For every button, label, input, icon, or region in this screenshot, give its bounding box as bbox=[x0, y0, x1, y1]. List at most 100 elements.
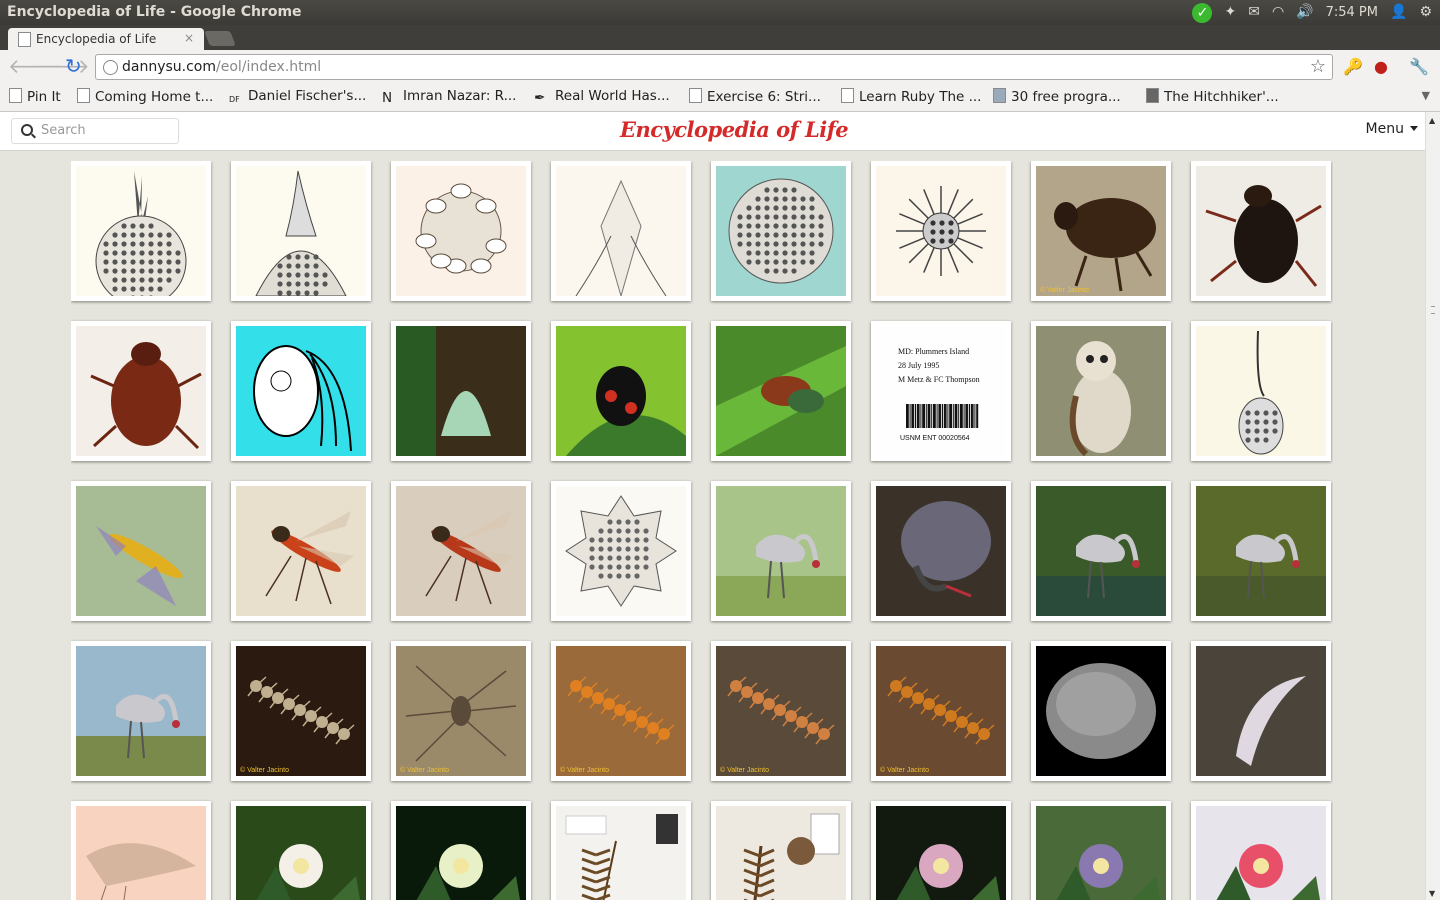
thumbnail-radiolarian-cone[interactable] bbox=[236, 166, 366, 296]
gallery-tile[interactable] bbox=[551, 801, 691, 900]
gallery-tile[interactable] bbox=[871, 481, 1011, 621]
bookmark-real-world-haskell[interactable]: ✒ Real World Has... bbox=[534, 88, 670, 106]
gallery-tile[interactable]: MD: Plummers Island 28 July 1995 M Metz & … bbox=[871, 321, 1011, 461]
bookmark-daniel-fischer[interactable]: DF Daniel Fischer's... bbox=[229, 88, 366, 108]
thumbnail-radiolarian-spiked-sphere[interactable] bbox=[76, 166, 206, 296]
wrench-menu-icon[interactable]: 🔧 bbox=[1409, 57, 1429, 76]
thumbnail-orchid-spotted[interactable] bbox=[236, 806, 366, 900]
update-check-icon[interactable]: ✓ bbox=[1192, 2, 1213, 23]
gallery-tile[interactable]: © Valter Jacinto bbox=[871, 641, 1011, 781]
search-input[interactable]: Search bbox=[11, 118, 179, 144]
address-bar[interactable]: dannysu.com/eol/index.html ☆ bbox=[95, 54, 1333, 80]
gallery-tile[interactable] bbox=[71, 481, 211, 621]
gallery-tile[interactable]: © Valter Jacinto bbox=[231, 641, 371, 781]
gallery-tile[interactable] bbox=[1191, 481, 1331, 621]
gallery-tile[interactable]: © Valter Jacinto bbox=[711, 641, 851, 781]
thumbnail-shrimp-larva[interactable] bbox=[76, 806, 206, 900]
bookmark-30-free-programming[interactable]: 30 free progra... bbox=[993, 88, 1121, 105]
gallery-tile[interactable] bbox=[71, 801, 211, 900]
site-logo[interactable]: Encyclopedia of Life bbox=[620, 117, 849, 142]
thumbnail-jewel-beetles[interactable] bbox=[716, 326, 846, 456]
gallery-tile[interactable] bbox=[871, 161, 1011, 301]
thumbnail-green-planthopper[interactable] bbox=[396, 326, 526, 456]
close-tab-icon[interactable]: × bbox=[184, 31, 194, 45]
thumbnail-centipede-rock[interactable]: © Valter Jacinto bbox=[556, 646, 686, 776]
gallery-tile[interactable] bbox=[1191, 161, 1331, 301]
gallery-tile[interactable] bbox=[711, 321, 851, 461]
gallery-tile[interactable] bbox=[551, 481, 691, 621]
user-icon[interactable]: 👤 bbox=[1390, 0, 1407, 25]
gallery-tile[interactable] bbox=[71, 641, 211, 781]
gallery-tile[interactable] bbox=[551, 321, 691, 461]
thumbnail-heron-dark[interactable] bbox=[876, 486, 1006, 616]
thumbnail-radiolarian-drop[interactable] bbox=[1196, 326, 1326, 456]
gallery-tile[interactable] bbox=[391, 161, 531, 301]
bookmarks-overflow-chevron-icon[interactable]: ▼ bbox=[1422, 89, 1430, 102]
thumbnail-dung-beetle-white[interactable] bbox=[1196, 166, 1326, 296]
wifi-icon[interactable]: ◠ bbox=[1272, 0, 1284, 25]
new-tab-button[interactable] bbox=[204, 31, 236, 46]
gallery-tile[interactable] bbox=[1031, 481, 1171, 621]
gallery-tile[interactable] bbox=[231, 481, 371, 621]
thumbnail-centipede-leaves[interactable]: © Valter Jacinto bbox=[876, 646, 1006, 776]
thumbnail-radiolarian-teal[interactable] bbox=[716, 166, 846, 296]
thumbnail-red-flowers[interactable] bbox=[1196, 806, 1326, 900]
gallery-tile[interactable] bbox=[1191, 801, 1331, 900]
thumbnail-crane-pond[interactable] bbox=[1196, 486, 1326, 616]
page-info-icon[interactable] bbox=[103, 60, 118, 75]
bookmark-hitchhiker[interactable]: The Hitchhiker'... bbox=[1146, 88, 1279, 105]
thumbnail-chafer-beetle[interactable] bbox=[76, 326, 206, 456]
thumbnail-radiolarian-spiky[interactable] bbox=[556, 486, 686, 616]
thumbnail-red-fly-hand[interactable] bbox=[396, 486, 526, 616]
gallery-tile[interactable] bbox=[551, 161, 691, 301]
gallery-tile[interactable] bbox=[231, 801, 371, 900]
thumbnail-fern-specimen[interactable] bbox=[556, 806, 686, 900]
extension-icon[interactable]: ● bbox=[1374, 57, 1388, 76]
gallery-tile[interactable] bbox=[391, 801, 531, 900]
thumbnail-crane-water[interactable] bbox=[1036, 486, 1166, 616]
settings-gear-icon[interactable]: ⚙ bbox=[1419, 0, 1432, 25]
scroll-up-arrow-icon[interactable]: ▲ bbox=[1429, 116, 1435, 125]
gallery-tile[interactable] bbox=[871, 801, 1011, 900]
gallery-tile[interactable] bbox=[391, 481, 531, 621]
thumbnail-shield-bug[interactable] bbox=[556, 326, 686, 456]
thumbnail-crane-trees[interactable] bbox=[716, 486, 846, 616]
url-text[interactable]: dannysu.com/eol/index.html bbox=[122, 59, 321, 75]
tab-encyclopedia-of-life[interactable]: Encyclopedia of Life × bbox=[8, 28, 204, 50]
clock[interactable]: 7:54 PM bbox=[1326, 5, 1378, 20]
gallery-tile[interactable] bbox=[1191, 321, 1331, 461]
gallery-tile[interactable] bbox=[1031, 801, 1171, 900]
bookmark-learn-ruby[interactable]: Learn Ruby The ... bbox=[841, 88, 981, 105]
bookmark-imran-nazar[interactable]: N Imran Nazar: R... bbox=[382, 88, 516, 106]
thumbnail-pink-flower[interactable] bbox=[876, 806, 1006, 900]
gallery-tile[interactable] bbox=[711, 481, 851, 621]
thumbnail-protist-drawing[interactable] bbox=[236, 326, 366, 456]
thumbnail-hoverfly[interactable] bbox=[76, 486, 206, 616]
thumbnail-spider-sand[interactable]: © Valter Jacinto bbox=[396, 646, 526, 776]
thumbnail-radiolarian-tubes[interactable] bbox=[396, 166, 526, 296]
gallery-tile[interactable] bbox=[1031, 641, 1171, 781]
mail-icon[interactable]: ✉ bbox=[1248, 0, 1260, 25]
thumbnail-feather-larva[interactable] bbox=[1196, 646, 1326, 776]
gallery-tile[interactable]: © Valter Jacinto bbox=[551, 641, 691, 781]
thumbnail-red-fly[interactable] bbox=[236, 486, 366, 616]
gallery-tile[interactable] bbox=[1191, 641, 1331, 781]
thumbnail-seed-specimen[interactable] bbox=[716, 806, 846, 900]
page-scrollbar[interactable]: ▲ ▼ bbox=[1425, 112, 1440, 900]
bookmark-coming-home[interactable]: Coming Home t... bbox=[77, 88, 213, 105]
dropbox-icon[interactable]: ✦ bbox=[1224, 0, 1236, 25]
gallery-tile[interactable] bbox=[711, 161, 851, 301]
thumbnail-pollen-grain[interactable] bbox=[1036, 646, 1166, 776]
gallery-tile[interactable] bbox=[1031, 321, 1171, 461]
volume-icon[interactable]: 🔊 bbox=[1296, 0, 1313, 25]
bookmark-pin-it[interactable]: Pin It bbox=[9, 88, 61, 105]
scrollbar-grip[interactable] bbox=[1431, 306, 1435, 314]
bookmark-star-icon[interactable]: ☆ bbox=[1310, 56, 1326, 77]
thumbnail-radiolarian-spine[interactable] bbox=[556, 166, 686, 296]
gallery-tile[interactable] bbox=[71, 321, 211, 461]
menu-button[interactable]: Menu bbox=[1366, 121, 1418, 137]
thumbnail-purple-flowers[interactable] bbox=[1036, 806, 1166, 900]
gallery-tile[interactable] bbox=[231, 161, 371, 301]
thumbnail-specimen-label[interactable]: MD: Plummers Island 28 July 1995 M Metz & … bbox=[876, 326, 1006, 456]
thumbnail-radiolarian-star[interactable] bbox=[876, 166, 1006, 296]
